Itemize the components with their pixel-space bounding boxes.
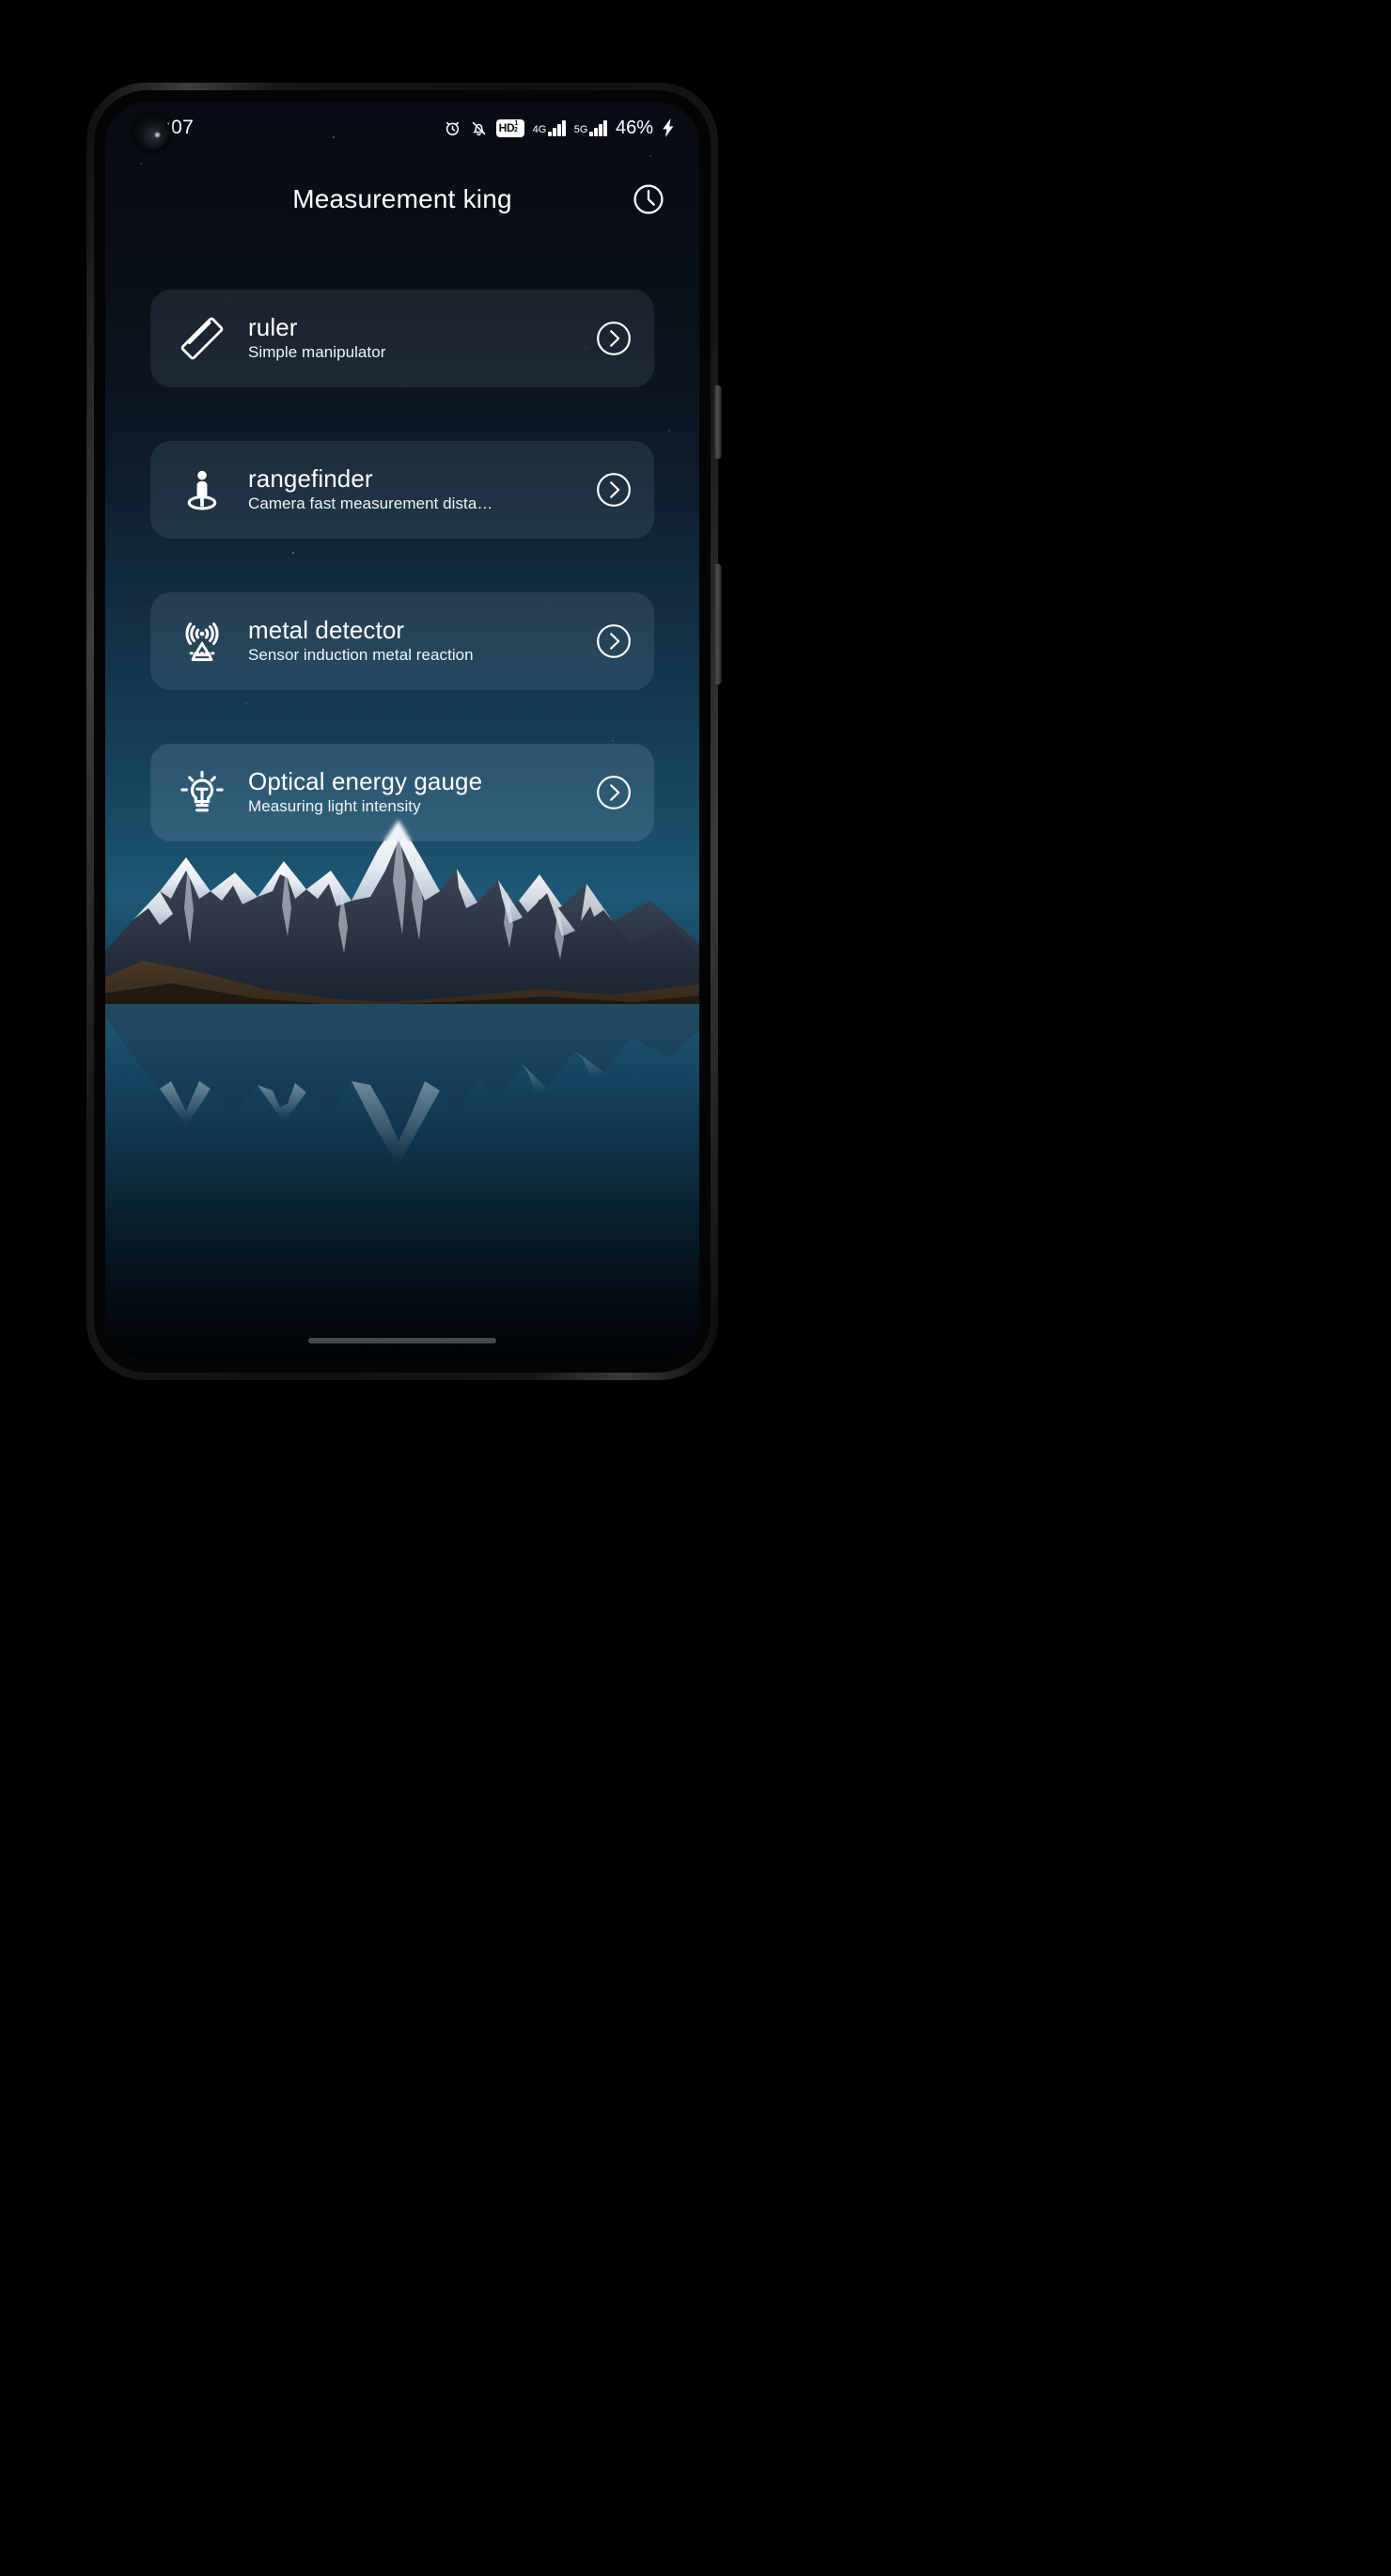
feature-subtitle: Camera fast measurement dista… bbox=[248, 495, 493, 513]
phone-screen: 23:07 HD 1 2 4G 5G 46% Measurement king … bbox=[105, 102, 699, 1361]
network-label-5g: 5G bbox=[573, 123, 588, 135]
history-button[interactable] bbox=[628, 179, 669, 220]
ruler-icon bbox=[175, 311, 229, 366]
battery-percent-label: 46% bbox=[615, 117, 653, 138]
feature-list: ruler Simple manipulator rangefinder Cam… bbox=[105, 290, 699, 841]
feature-subtitle: Measuring light intensity bbox=[248, 797, 421, 816]
clock-history-icon bbox=[633, 184, 664, 214]
feature-title: ruler bbox=[248, 314, 298, 342]
feature-card-metal-detector[interactable]: metal detector Sensor induction metal re… bbox=[150, 592, 654, 690]
network-label-4g: 4G bbox=[532, 123, 547, 135]
app-header: Measurement king bbox=[105, 154, 699, 244]
power-button[interactable] bbox=[714, 564, 722, 684]
chevron-right-circle-icon[interactable] bbox=[594, 773, 633, 812]
signal-4g-icon: 4G bbox=[532, 119, 566, 136]
alarm-clock-icon bbox=[445, 121, 459, 135]
feature-subtitle: Simple manipulator bbox=[248, 343, 386, 362]
front-camera-punch-hole bbox=[136, 117, 168, 149]
feature-title: rangefinder bbox=[248, 465, 373, 494]
battery-charging-icon bbox=[663, 118, 674, 137]
chevron-right-circle-icon[interactable] bbox=[594, 319, 633, 358]
feature-card-text: rangefinder Camera fast measurement dist… bbox=[248, 465, 583, 514]
hd-badge-text: HD bbox=[498, 121, 515, 134]
feature-card-rangefinder[interactable]: rangefinder Camera fast measurement dist… bbox=[150, 441, 654, 539]
status-bar: 23:07 HD 1 2 4G 5G 46% bbox=[105, 102, 699, 154]
feature-card-ruler[interactable]: ruler Simple manipulator bbox=[150, 290, 654, 387]
signal-5g-icon: 5G bbox=[573, 119, 607, 136]
hd-voice-badge: HD 1 2 bbox=[495, 118, 524, 137]
lightbulb-rays-icon bbox=[175, 765, 229, 820]
feature-card-text: metal detector Sensor induction metal re… bbox=[248, 617, 583, 666]
signal-bars-5g bbox=[589, 119, 607, 136]
feature-title: Optical energy gauge bbox=[248, 768, 483, 796]
feature-subtitle: Sensor induction metal reaction bbox=[248, 646, 474, 665]
chevron-right-circle-icon[interactable] bbox=[594, 621, 633, 661]
lake-water bbox=[105, 1004, 699, 1361]
home-gesture-pill[interactable] bbox=[308, 1338, 496, 1343]
person-locator-icon bbox=[175, 463, 229, 517]
volume-button[interactable] bbox=[714, 385, 722, 459]
feature-card-text: Optical energy gauge Measuring light int… bbox=[248, 768, 583, 817]
mountain-reflection bbox=[105, 1004, 699, 1230]
gesture-navigation-bar bbox=[105, 1320, 699, 1361]
bell-muted-icon bbox=[472, 121, 485, 135]
signal-bars-4g bbox=[548, 119, 566, 136]
page-title: Measurement king bbox=[292, 184, 512, 213]
chevron-right-circle-icon[interactable] bbox=[594, 470, 633, 510]
feature-card-text: ruler Simple manipulator bbox=[248, 314, 583, 363]
feature-card-optical-energy-gauge[interactable]: Optical energy gauge Measuring light int… bbox=[150, 744, 654, 841]
feature-title: metal detector bbox=[248, 617, 405, 645]
metal-detector-icon bbox=[175, 614, 229, 668]
status-icons-group: HD 1 2 4G 5G 46% bbox=[444, 118, 675, 139]
